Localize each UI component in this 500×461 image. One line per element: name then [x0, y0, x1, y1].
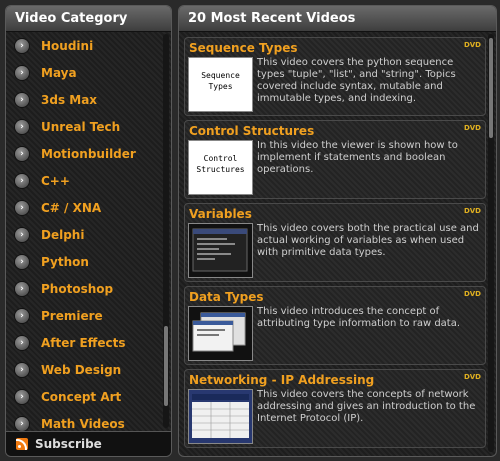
chevron-right-icon: ›	[15, 254, 29, 269]
category-label: Photoshop	[41, 281, 114, 296]
category-item-unreal-tech[interactable]: › Unreal Tech	[6, 113, 161, 140]
video-thumbnail[interactable]: Control Structures	[188, 140, 253, 195]
category-item-houdini[interactable]: › Houdini	[6, 32, 161, 59]
video-thumbnail[interactable]	[188, 389, 253, 444]
category-item-maya[interactable]: › Maya	[6, 59, 161, 86]
category-label: After Effects	[41, 335, 126, 350]
subscribe-label: Subscribe	[35, 437, 102, 451]
video-description: This video introduces the concept of att…	[257, 306, 461, 329]
video-description: In this video the viewer is shown how to…	[257, 140, 458, 175]
chevron-right-icon: ›	[15, 200, 29, 215]
code-editor-thumbnail-image	[192, 228, 248, 272]
videos-scrollbar[interactable]	[488, 34, 494, 452]
video-card[interactable]: Sequence Types DVD Sequence Types This v…	[184, 37, 486, 116]
dvd-icon: DVD	[463, 207, 481, 215]
category-item-concept-art[interactable]: › Concept Art	[6, 383, 161, 410]
category-label: C# / XNA	[41, 200, 102, 215]
videos-scrollbar-thumb[interactable]	[489, 38, 493, 138]
dvd-icon: DVD	[463, 290, 481, 298]
chevron-right-icon: ›	[15, 389, 29, 404]
category-header: Video Category	[6, 6, 171, 32]
video-title[interactable]: Control Structures	[189, 124, 314, 138]
category-label: Python	[41, 254, 89, 269]
category-label: Maya	[41, 65, 77, 80]
category-item-web-design[interactable]: › Web Design	[6, 356, 161, 383]
video-thumbnail[interactable]: Sequence Types	[188, 57, 253, 112]
dvd-icon: DVD	[463, 124, 481, 132]
chevron-right-icon: ›	[15, 227, 29, 242]
category-label: Premiere	[41, 308, 103, 323]
chevron-right-icon: ›	[15, 38, 29, 53]
chevron-right-icon: ›	[15, 281, 29, 296]
video-description: This video covers the concepts of networ…	[257, 389, 476, 424]
category-label: 3ds Max	[41, 92, 98, 107]
window-screenshot-thumbnail-image	[192, 312, 246, 352]
video-title[interactable]: Sequence Types	[189, 41, 297, 55]
category-item-after-effects[interactable]: › After Effects	[6, 329, 161, 356]
video-card[interactable]: Data Types DVD This video introduces the…	[184, 286, 486, 365]
chevron-right-icon: ›	[15, 65, 29, 80]
category-label: Math Videos	[41, 416, 125, 431]
category-item-premiere[interactable]: › Premiere	[6, 302, 161, 329]
category-item-photoshop[interactable]: › Photoshop	[6, 275, 161, 302]
category-label: Houdini	[41, 38, 94, 53]
category-item-3ds-max[interactable]: › 3ds Max	[6, 86, 161, 113]
video-description: This video covers both the practical use…	[257, 223, 479, 258]
category-list: › Houdini › Maya › 3ds Max › Unreal Tech › Mo…	[6, 32, 161, 437]
chevron-right-icon: ›	[15, 362, 29, 377]
video-title[interactable]: Variables	[189, 207, 252, 221]
dvd-icon: DVD	[463, 41, 481, 49]
chevron-right-icon: ›	[15, 308, 29, 323]
videos-panel: 20 Most Recent Videos Sequence Types DVD…	[178, 5, 497, 457]
chevron-right-icon: ›	[15, 173, 29, 188]
video-card[interactable]: Networking - IP Addressing DVD This vide…	[184, 369, 486, 448]
chevron-right-icon: ›	[15, 335, 29, 350]
category-panel: Video Category › Houdini › Maya › 3ds Max ›…	[5, 5, 172, 457]
video-title[interactable]: Data Types	[189, 290, 264, 304]
dvd-icon: DVD	[463, 373, 481, 381]
category-item-python[interactable]: › Python	[6, 248, 161, 275]
video-card[interactable]: Variables DVD This video covers both the…	[184, 203, 486, 282]
category-scrollbar-thumb[interactable]	[164, 326, 168, 406]
category-label: Web Design	[41, 362, 122, 377]
video-thumbnail[interactable]	[188, 223, 253, 278]
chevron-right-icon: ›	[15, 146, 29, 161]
category-item-cpp[interactable]: › C++	[6, 167, 161, 194]
category-item-delphi[interactable]: › Delphi	[6, 221, 161, 248]
video-description: This video covers the python sequence ty…	[257, 57, 456, 104]
chevron-right-icon: ›	[15, 416, 29, 431]
category-label: Unreal Tech	[41, 119, 121, 134]
videos-header: 20 Most Recent Videos	[179, 6, 496, 32]
category-label: C++	[41, 173, 70, 188]
subscribe-link[interactable]: Subscribe	[6, 431, 171, 456]
video-title[interactable]: Networking - IP Addressing	[189, 373, 374, 387]
category-scrollbar[interactable]	[163, 34, 169, 428]
video-thumbnail[interactable]	[188, 306, 253, 361]
category-label: Motionbuilder	[41, 146, 136, 161]
category-label: Concept Art	[41, 389, 122, 404]
category-item-csharp-xna[interactable]: › C# / XNA	[6, 194, 161, 221]
thumbnail-caption: Control Structures	[196, 154, 245, 174]
video-card[interactable]: Control Structures DVD Control Structure…	[184, 120, 486, 199]
table-screenshot-thumbnail-image	[192, 394, 249, 438]
thumbnail-caption: Sequence Types	[201, 71, 240, 91]
chevron-right-icon: ›	[15, 119, 29, 134]
rss-icon	[16, 438, 28, 450]
chevron-right-icon: ›	[15, 92, 29, 107]
category-item-motionbuilder[interactable]: › Motionbuilder	[6, 140, 161, 167]
category-label: Delphi	[41, 227, 85, 242]
